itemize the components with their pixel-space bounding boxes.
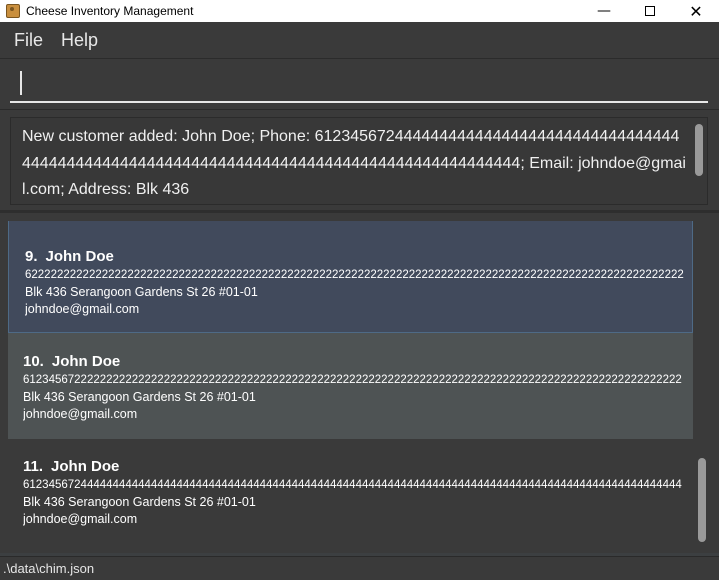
app-window: Cheese Inventory Management — ✕ File Hel…	[0, 0, 719, 580]
customer-card[interactable]: 9. John Doe 62222222222222222222222222222…	[8, 221, 693, 333]
menu-help[interactable]: Help	[52, 22, 107, 58]
window-title: Cheese Inventory Management	[26, 4, 194, 18]
customer-name: John Doe	[51, 353, 121, 370]
menu-bar: File Help	[0, 22, 719, 59]
customer-card[interactable]: 10. John Doe 6123456722222222222222222222…	[8, 333, 693, 439]
customer-email: johndoe@gmail.com	[23, 407, 138, 421]
status-bar: .\data\chim.json	[0, 556, 719, 580]
minimize-icon: —	[597, 3, 611, 19]
customer-phone: 6222222222222222222222222222222222222222…	[25, 269, 684, 281]
app-logo-icon	[6, 4, 20, 18]
customer-index: 11.	[23, 458, 44, 475]
customer-index: 10.	[23, 353, 44, 370]
customer-list: 9. John Doe 62222222222222222222222222222…	[8, 221, 693, 553]
customer-phone: 6123456722222222222222222222222222222222…	[23, 374, 682, 386]
maximize-icon	[645, 6, 655, 16]
customer-list-scrollbar[interactable]	[698, 458, 706, 542]
command-box	[0, 59, 719, 110]
customer-list-panel: 9. John Doe 62222222222222222222222222222…	[0, 213, 719, 553]
customer-email: johndoe@gmail.com	[23, 512, 138, 526]
data-file-path: .\data\chim.json	[3, 561, 95, 576]
result-message: New customer added: John Doe; Phone: 612…	[22, 128, 686, 198]
customer-phone: 6123456724444444444444444444444444444444…	[23, 479, 682, 491]
customer-name: John Doe	[45, 248, 114, 265]
customer-card-header: 10. John Doe	[23, 352, 693, 372]
customer-email: johndoe@gmail.com	[25, 302, 140, 316]
result-scrollbar[interactable]	[695, 124, 703, 176]
customer-name: John Doe	[51, 458, 120, 475]
close-button[interactable]: ✕	[673, 0, 719, 22]
customer-address: Blk 436 Serangoon Gardens St 26 #01-01	[23, 495, 256, 509]
maximize-button[interactable]	[627, 0, 673, 22]
close-icon: ✕	[689, 1, 703, 21]
result-display-panel: New customer added: John Doe; Phone: 612…	[0, 110, 719, 210]
customer-address: Blk 436 Serangoon Gardens St 26 #01-01	[23, 390, 256, 404]
command-input[interactable]	[10, 65, 708, 103]
text-caret	[20, 71, 22, 95]
title-bar: Cheese Inventory Management — ✕	[0, 0, 719, 22]
minimize-button[interactable]: —	[581, 0, 627, 22]
customer-index: 9.	[25, 248, 38, 265]
customer-card[interactable]: 11. John Doe 6123456724444444444444444444…	[8, 439, 693, 553]
window-controls: — ✕	[581, 0, 719, 22]
customer-card-header: 9. John Doe	[25, 247, 692, 267]
customer-address: Blk 436 Serangoon Gardens St 26 #01-01	[25, 285, 258, 299]
menu-file[interactable]: File	[5, 22, 52, 58]
result-display[interactable]: New customer added: John Doe; Phone: 612…	[10, 117, 708, 205]
customer-card-header: 11. John Doe	[23, 457, 693, 477]
